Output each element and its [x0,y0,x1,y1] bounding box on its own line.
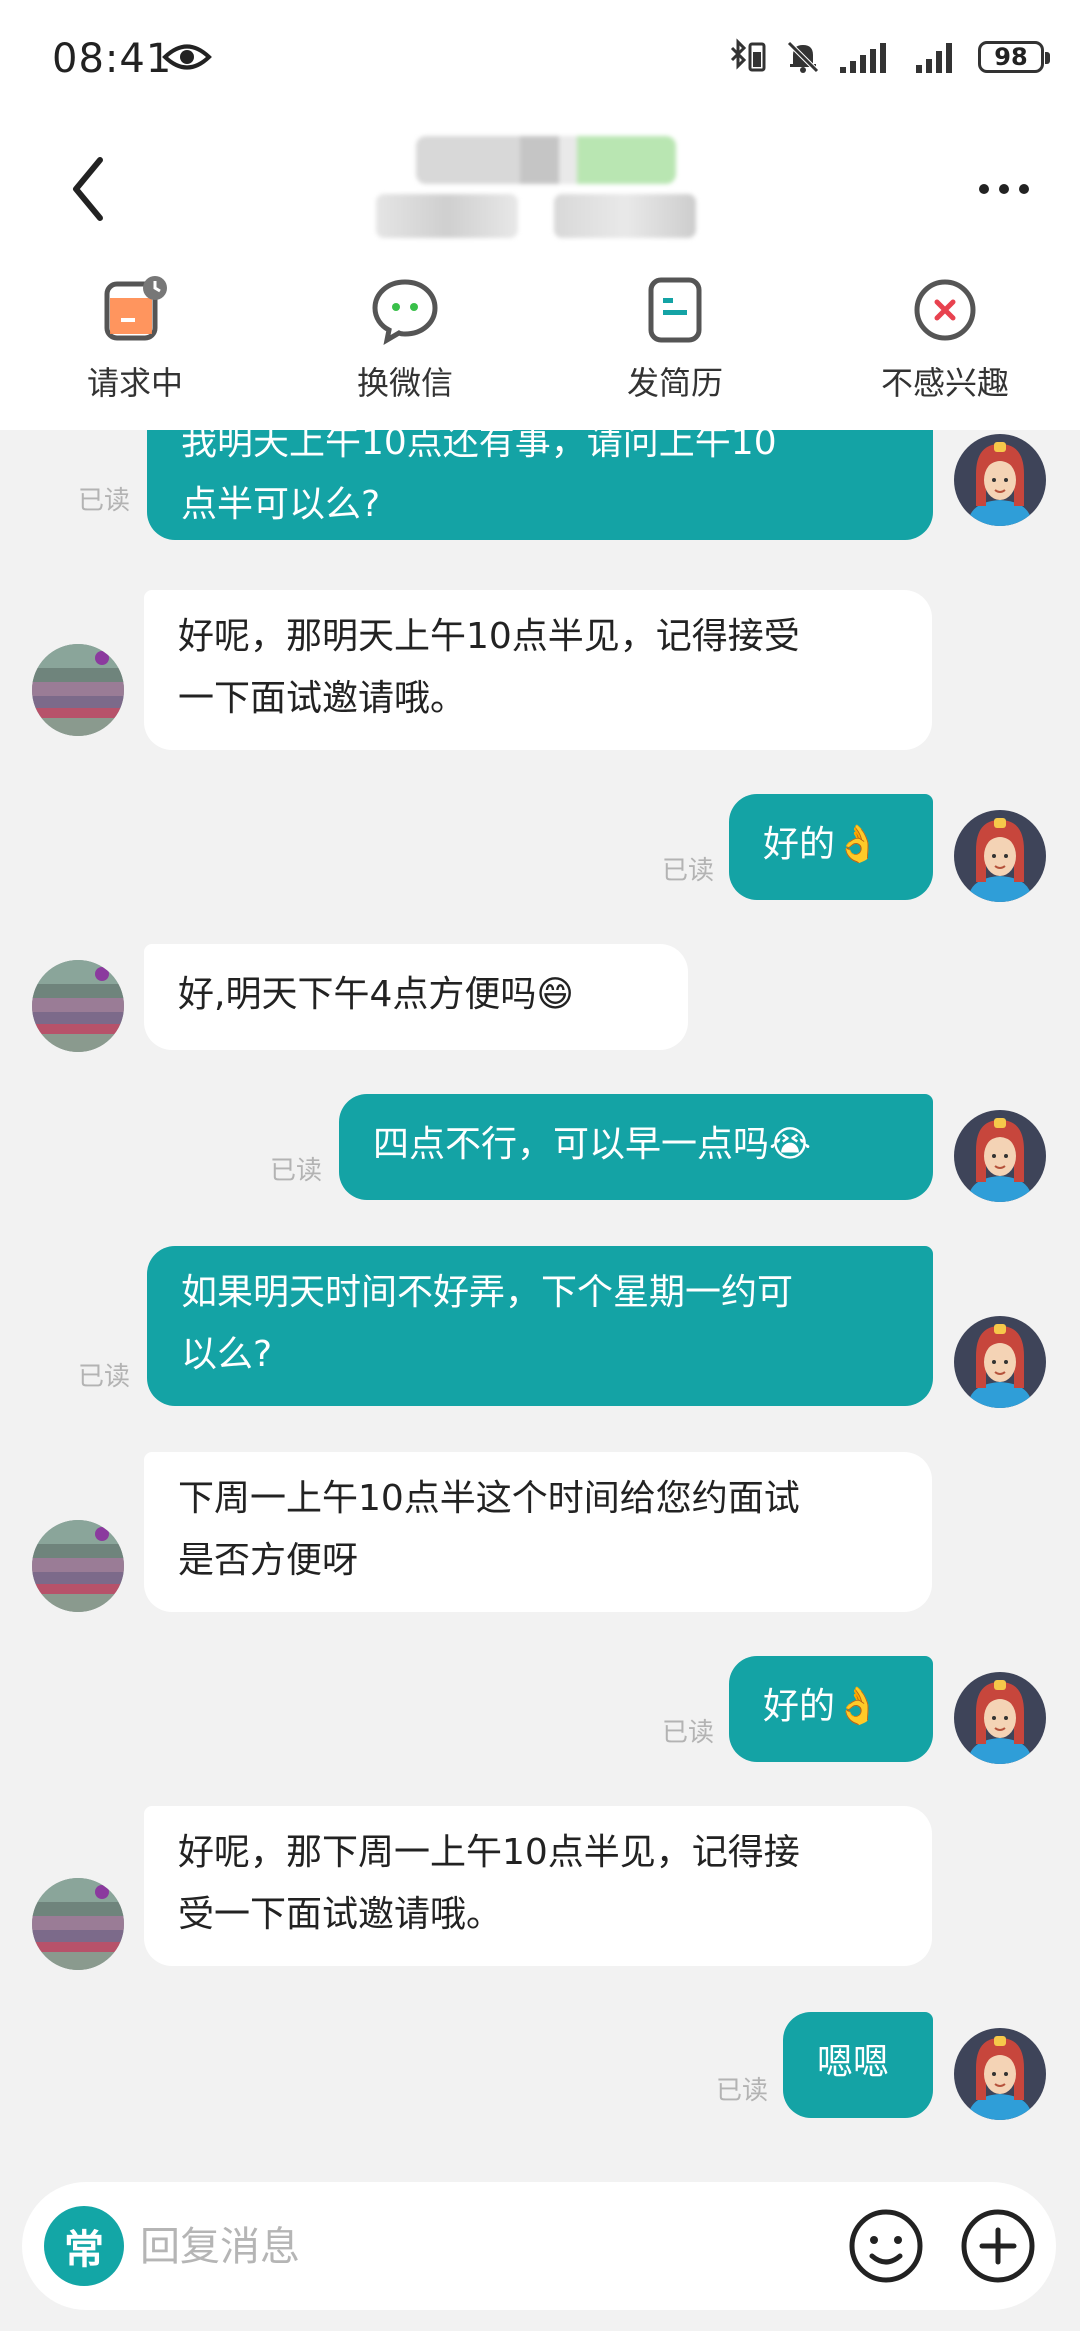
resume-icon [648,277,702,343]
plus-icon[interactable] [956,2204,1040,2288]
input-box: 常 [22,2182,1056,2310]
message-line: 四点不行，可以早一点吗😭 [373,1124,812,1165]
message-bubble[interactable]: 好的👌 [729,794,933,900]
message-row: 好的👌 已读 [0,1656,1080,1762]
avatar[interactable] [954,810,1046,902]
close-circle-icon [914,279,976,341]
avatar[interactable] [954,434,1046,526]
status-time: 08:41 [52,36,173,82]
read-status: 已读 [270,1156,323,1186]
calendar-clock-icon [104,276,167,341]
message-line: 是否方便呀 [178,1540,359,1581]
message-line: 好呢，那明天上午10点半见，记得接受 [178,616,800,657]
mute-bell-icon [787,41,819,73]
avatar[interactable] [32,1520,124,1612]
message-line: 我明天上午10点还有事，请问上午10 [181,430,777,463]
message-bubble[interactable]: 嗯嗯 [783,2012,933,2118]
action-resume[interactable]: 发简历 [540,260,810,430]
message-row: 嗯嗯 已读 [0,2012,1080,2118]
status-icons: 98 [728,38,1050,76]
message-bubble[interactable]: 如果明天时间不好弄，下个星期一约可 以么? [147,1246,933,1406]
message-bubble[interactable]: 好呢，那下周一上午10点半见，记得接 受一下面试邀请哦。 [144,1806,932,1966]
message-line: 如果明天时间不好弄，下个星期一约可 [181,1272,794,1313]
message-bubble[interactable]: 好呢，那明天上午10点半见，记得接受 一下面试邀请哦。 [144,590,932,750]
avatar[interactable] [32,1878,124,1970]
action-resume-label: 发简历 [626,364,723,402]
status-bar: 08:41 98 [0,0,1080,120]
avatar[interactable] [954,1672,1046,1764]
message-bubble[interactable]: 四点不行，可以早一点吗😭 [339,1094,933,1200]
avatar[interactable] [32,960,124,1052]
message-row: 下周一上午10点半这个时间给您约面试 是否方便呀 [0,1452,1080,1612]
action-request[interactable]: 请求中 [0,260,270,430]
message-row: 好呢，那明天上午10点半见，记得接受 一下面试邀请哦。 [0,590,1080,750]
signal-icon [840,43,886,73]
message-line: 一下面试邀请哦。 [178,678,467,719]
message-line: 以么? [181,1334,273,1375]
avatar[interactable] [32,644,124,736]
contact-name-blurred [416,136,676,184]
read-status: 已读 [716,2076,769,2106]
input-bar: 常 [0,2160,1080,2331]
message-row: 我明天上午10点还有事，请问上午10 点半可以么? 已读 [0,430,1080,540]
action-not-interested-label: 不感兴趣 [880,364,1009,402]
chat-list[interactable]: 我明天上午10点还有事，请问上午10 点半可以么? 已读 好呢，那明天上午10点… [0,430,1080,2160]
message-bubble[interactable]: 好,明天下午4点方便吗😄 [144,944,688,1050]
action-wechat[interactable]: 换微信 [270,260,540,430]
message-row: 好的👌 已读 [0,794,1080,900]
message-bubble[interactable]: 下周一上午10点半这个时间给您约面试 是否方便呀 [144,1452,932,1612]
message-line: 好,明天下午4点方便吗😄 [178,974,574,1015]
message-row: 好呢，那下周一上午10点半见，记得接 受一下面试邀请哦。 [0,1806,1080,1966]
message-bubble[interactable]: 好的👌 [729,1656,933,1762]
avatar[interactable] [954,1316,1046,1408]
wechat-icon [372,279,438,345]
message-row: 如果明天时间不好弄，下个星期一约可 以么? 已读 [0,1246,1080,1406]
message-line: 受一下面试邀请哦。 [178,1894,503,1935]
message-line: 好的👌 [763,1686,880,1727]
avatar[interactable] [954,2028,1046,2120]
common-phrases-button[interactable]: 常 [44,2206,124,2286]
action-bar: 请求中 换微信 发简历 不感兴趣 [0,260,1080,430]
battery-indicator: 98 [978,41,1050,73]
message-line: 嗯嗯 [817,2042,890,2083]
more-icon[interactable] [976,176,1032,202]
read-status: 已读 [662,1718,715,1748]
action-request-label: 请求中 [86,364,183,402]
read-status: 已读 [662,856,715,886]
contact-company-blurred [376,194,518,238]
back-icon[interactable] [64,152,114,226]
signal-2-icon [916,43,952,73]
message-line: 好的👌 [763,824,880,865]
action-wechat-label: 换微信 [356,364,453,402]
message-line: 点半可以么? [181,484,381,525]
reply-input[interactable] [138,2214,742,2280]
avatar[interactable] [954,1110,1046,1202]
message-row: 四点不行，可以早一点吗😭 已读 [0,1094,1080,1200]
contact-position-blurred [554,194,696,238]
eye-icon [162,44,212,70]
chat-header [0,120,1080,260]
read-status: 已读 [78,1362,131,1392]
message-line: 好呢，那下周一上午10点半见，记得接 [178,1832,800,1873]
action-not-interested[interactable]: 不感兴趣 [810,260,1080,430]
read-status: 已读 [78,486,131,516]
bluetooth-battery-icon [730,38,766,72]
message-line: 下周一上午10点半这个时间给您约面试 [178,1478,800,1519]
message-row: 好,明天下午4点方便吗😄 [0,944,1080,1050]
message-bubble[interactable]: 我明天上午10点还有事，请问上午10 点半可以么? [147,430,933,540]
emoji-icon[interactable] [844,2204,928,2288]
